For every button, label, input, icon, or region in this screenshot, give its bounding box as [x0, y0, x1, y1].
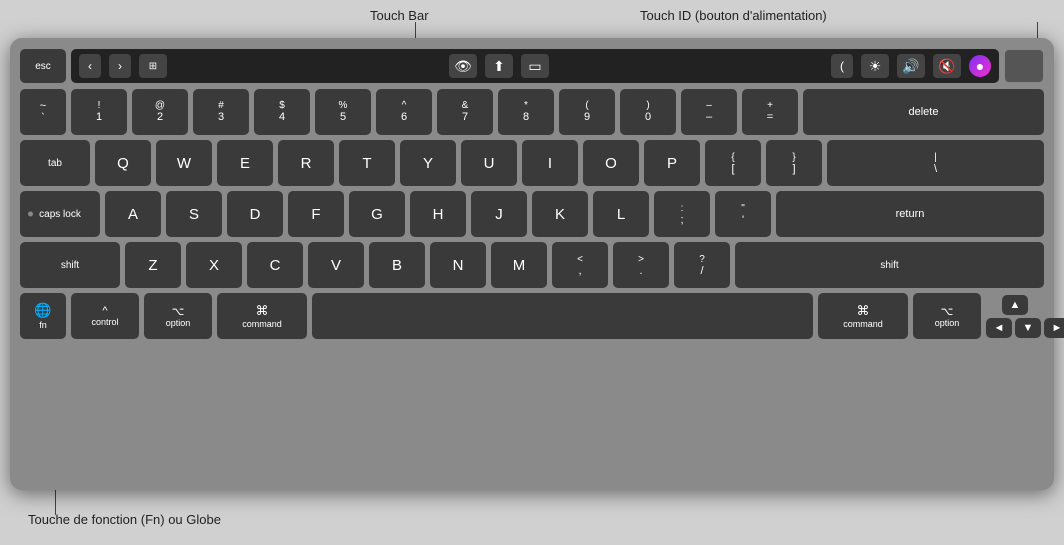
key-z[interactable]: Z	[125, 242, 181, 288]
caps-indicator	[28, 212, 33, 217]
key-space[interactable]	[312, 293, 813, 339]
key-d[interactable]: D	[227, 191, 283, 237]
arrow-cluster: ▲ ◄ ▼ ►	[986, 295, 1044, 338]
key-arrow-right[interactable]: ►	[1044, 318, 1064, 338]
key-7[interactable]: &7	[437, 89, 493, 135]
key-shift-right[interactable]: shift	[735, 242, 1044, 288]
key-0[interactable]: )0	[620, 89, 676, 135]
key-y[interactable]: Y	[400, 140, 456, 186]
tb-overlay[interactable]: ▭	[521, 54, 549, 78]
key-4[interactable]: $4	[254, 89, 310, 135]
key-f[interactable]: F	[288, 191, 344, 237]
key-u[interactable]: U	[461, 140, 517, 186]
key-e[interactable]: E	[217, 140, 273, 186]
key-9[interactable]: (9	[559, 89, 615, 135]
tb-apps[interactable]: ⊞	[139, 54, 167, 78]
key-l[interactable]: L	[593, 191, 649, 237]
number-row: ~ ` !1 @2 #3 $4 %5 ^6 &7 *8 (9 )0 –– += …	[20, 89, 1044, 135]
key-minus[interactable]: ––	[681, 89, 737, 135]
key-equal[interactable]: +=	[742, 89, 798, 135]
key-arrow-down[interactable]: ▼	[1015, 318, 1041, 338]
fn-label: Touche de fonction (Fn) ou Globe	[28, 512, 221, 527]
tb-siri[interactable]: ●	[969, 55, 991, 77]
key-a[interactable]: A	[105, 191, 161, 237]
key-1[interactable]: !1	[71, 89, 127, 135]
key-s[interactable]: S	[166, 191, 222, 237]
key-control[interactable]: ^ control	[71, 293, 139, 339]
key-b[interactable]: B	[369, 242, 425, 288]
caps-row: caps lock A S D F G H J K L :; "' return	[20, 191, 1044, 237]
tb-eye[interactable]: 👁	[449, 54, 477, 78]
key-p[interactable]: P	[644, 140, 700, 186]
key-3[interactable]: #3	[193, 89, 249, 135]
key-arrow-up[interactable]: ▲	[1002, 295, 1028, 315]
key-bracket-open[interactable]: {[	[705, 140, 761, 186]
key-t[interactable]: T	[339, 140, 395, 186]
key-8[interactable]: *8	[498, 89, 554, 135]
key-delete[interactable]: delete	[803, 89, 1044, 135]
key-c[interactable]: C	[247, 242, 303, 288]
key-m[interactable]: M	[491, 242, 547, 288]
key-2[interactable]: @2	[132, 89, 188, 135]
key-o[interactable]: O	[583, 140, 639, 186]
tb-volume[interactable]: 🔊	[897, 54, 925, 78]
key-command-left[interactable]: ⌘ command	[217, 293, 307, 339]
key-g[interactable]: G	[349, 191, 405, 237]
key-backslash[interactable]: |\	[827, 140, 1044, 186]
touch-bar-label: Touch Bar	[370, 8, 429, 23]
key-caps-lock[interactable]: caps lock	[20, 191, 100, 237]
key-backtick[interactable]: ~ `	[20, 89, 66, 135]
key-n[interactable]: N	[430, 242, 486, 288]
tb-forward[interactable]: ›	[109, 54, 131, 78]
key-return[interactable]: return	[776, 191, 1044, 237]
key-shift-left[interactable]: shift	[20, 242, 120, 288]
key-k[interactable]: K	[532, 191, 588, 237]
key-option-left[interactable]: ⌥ option	[144, 293, 212, 339]
key-j[interactable]: J	[471, 191, 527, 237]
bottom-row: 🌐 fn ^ control ⌥ option ⌘ command ⌘ comm…	[20, 293, 1044, 339]
key-fn[interactable]: 🌐 fn	[20, 293, 66, 339]
shift-row: shift Z X C V B N M <, >. ?/ shift	[20, 242, 1044, 288]
key-arrow-left[interactable]: ◄	[986, 318, 1012, 338]
key-quote[interactable]: "'	[715, 191, 771, 237]
key-6[interactable]: ^6	[376, 89, 432, 135]
touch-bar: ‹ › ⊞ 👁 ⬆ ▭ ( ☀ 🔊 🔇 ●	[71, 49, 999, 83]
key-v[interactable]: V	[308, 242, 364, 288]
touch-id-label: Touch ID (bouton d'alimentation)	[640, 8, 827, 23]
tb-back[interactable]: ‹	[79, 54, 101, 78]
touch-bar-row: esc ‹ › ⊞ 👁 ⬆ ▭ ( ☀ 🔊 🔇 ●	[20, 48, 1044, 84]
tab-row: tab Q W E R T Y U I O P {[ }] |\	[20, 140, 1044, 186]
arrow-bottom: ◄ ▼ ►	[986, 318, 1044, 338]
key-r[interactable]: R	[278, 140, 334, 186]
keyboard: esc ‹ › ⊞ 👁 ⬆ ▭ ( ☀ 🔊 🔇 ● ~ ` !1 @2 #3 $…	[10, 38, 1054, 490]
key-w[interactable]: W	[156, 140, 212, 186]
key-command-right[interactable]: ⌘ command	[818, 293, 908, 339]
key-slash[interactable]: ?/	[674, 242, 730, 288]
key-period[interactable]: >.	[613, 242, 669, 288]
key-esc[interactable]: esc	[20, 49, 66, 83]
key-x[interactable]: X	[186, 242, 242, 288]
key-i[interactable]: I	[522, 140, 578, 186]
key-tab[interactable]: tab	[20, 140, 90, 186]
tb-share[interactable]: ⬆	[485, 54, 513, 78]
touch-id-key[interactable]	[1004, 49, 1044, 83]
key-q[interactable]: Q	[95, 140, 151, 186]
key-semicolon[interactable]: :;	[654, 191, 710, 237]
key-bracket-close[interactable]: }]	[766, 140, 822, 186]
tb-mute[interactable]: 🔇	[933, 54, 961, 78]
key-option-right[interactable]: ⌥ option	[913, 293, 981, 339]
tb-brightness[interactable]: ☀	[861, 54, 889, 78]
key-5[interactable]: %5	[315, 89, 371, 135]
key-comma[interactable]: <,	[552, 242, 608, 288]
tb-paren[interactable]: (	[831, 54, 853, 78]
key-h[interactable]: H	[410, 191, 466, 237]
